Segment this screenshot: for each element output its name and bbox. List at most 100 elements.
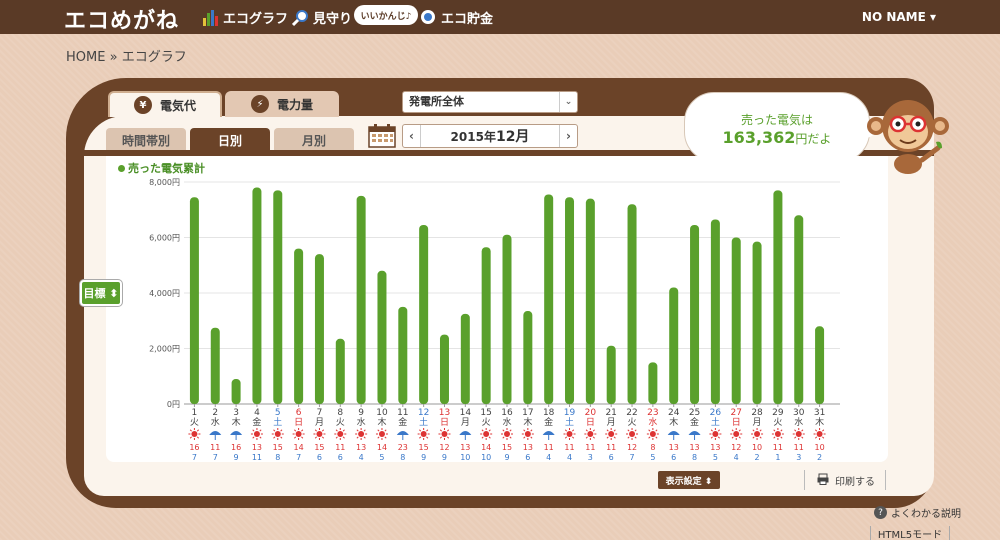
app-logo[interactable]: エコめがね	[64, 3, 179, 35]
bar	[710, 219, 720, 404]
sun-ray	[259, 429, 262, 432]
x-weekday-label: 火	[190, 417, 199, 428]
sun-ray	[509, 429, 512, 432]
tab-monthly[interactable]: 月別	[274, 128, 354, 152]
help-link[interactable]: ? よくわかる説明	[874, 505, 961, 520]
tab-electricity-cost-label: 電気代	[159, 98, 196, 113]
x-day-label: 14	[460, 408, 472, 418]
sun-ray	[252, 429, 255, 432]
tab-electricity-cost[interactable]: ¥ 電気代	[108, 91, 222, 117]
x-day-label: 4	[254, 408, 260, 418]
temp-high-label: 11	[585, 443, 595, 452]
sun-ray	[301, 429, 304, 432]
x-day-label: 15	[480, 408, 491, 418]
x-day-label: 30	[793, 408, 805, 418]
temp-low-label: 9	[421, 453, 426, 462]
tab-hourly[interactable]: 時間帯別	[106, 128, 186, 152]
bar	[565, 197, 575, 404]
sun-icon	[316, 431, 323, 437]
sun-ray	[196, 429, 200, 432]
bar	[606, 345, 616, 404]
x-day-label: 3	[233, 408, 239, 418]
sun-ray	[321, 429, 325, 432]
temp-high-label: 15	[502, 443, 512, 452]
user-menu[interactable]: NO NAME ▾	[862, 10, 936, 24]
month-navigator: ‹ 2015年12月 ›	[402, 124, 578, 148]
html5-mode-link[interactable]: HTML5モード	[870, 526, 950, 540]
x-day-label: 29	[772, 408, 784, 418]
plant-select[interactable]: 発電所全体 ⌄	[402, 91, 578, 113]
bar	[189, 197, 199, 404]
print-button[interactable]: 印刷する	[804, 470, 886, 490]
temp-low-label: 3	[796, 453, 801, 462]
sun-ray	[502, 436, 505, 439]
umbrella-icon	[230, 431, 243, 435]
bar	[398, 306, 408, 404]
temp-low-label: 9	[234, 453, 239, 462]
umbrella-icon	[542, 431, 555, 435]
temp-low-label: 6	[671, 453, 676, 462]
x-day-label: 9	[358, 408, 364, 418]
sun-icon	[483, 431, 490, 437]
sun-ray	[481, 429, 484, 432]
bar	[815, 326, 825, 404]
x-day-label: 11	[397, 408, 408, 418]
x-weekday-label: 木	[669, 416, 678, 428]
bar	[460, 313, 470, 404]
x-weekday-label: 火	[628, 417, 637, 428]
sun-ray	[377, 436, 380, 439]
sun-ray	[446, 436, 450, 439]
bar	[627, 204, 637, 404]
sun-icon	[774, 431, 781, 437]
x-day-label: 5	[275, 408, 281, 418]
temp-low-label: 7	[213, 453, 218, 462]
x-day-label: 16	[501, 408, 513, 418]
sun-ray	[627, 436, 630, 439]
temp-high-label: 13	[523, 443, 533, 452]
umbrella-icon	[459, 431, 472, 435]
x-day-label: 21	[605, 408, 616, 418]
sun-icon	[295, 431, 302, 437]
calendar-icon[interactable]	[368, 124, 396, 148]
nav-mimamori[interactable]: 見守り	[291, 8, 352, 27]
sun-icon	[587, 431, 594, 437]
temp-low-label: 10	[460, 453, 470, 462]
sun-ray	[592, 436, 595, 439]
breadcrumb-home[interactable]: HOME	[66, 50, 105, 65]
x-day-label: 2	[212, 408, 218, 418]
x-weekday-label: 金	[398, 416, 407, 428]
temp-low-label: 2	[755, 453, 760, 462]
temp-high-label: 13	[669, 443, 679, 452]
x-weekday-label: 木	[523, 416, 532, 428]
temp-low-label: 4	[359, 453, 364, 462]
sun-ray	[273, 436, 276, 439]
temp-high-label: 10	[752, 443, 762, 452]
sun-icon	[795, 431, 802, 437]
sun-ray	[814, 436, 818, 439]
sun-ray	[384, 429, 387, 432]
bar	[544, 194, 554, 404]
summary-bubble: 売った電気は 163,362円だよ	[684, 92, 879, 162]
tab-daily[interactable]: 日別	[190, 128, 270, 152]
temp-low-label: 2	[817, 453, 822, 462]
sun-ray	[314, 429, 317, 432]
current-month: 12月	[495, 129, 530, 145]
next-month-button[interactable]: ›	[559, 125, 577, 147]
top-nav-bar: エコめがね エコグラフ 見守り いいかんじ♪ エコ貯金 NO NAME ▾	[0, 0, 1000, 34]
x-day-label: 1	[192, 408, 198, 418]
tab-power-amount[interactable]: ⚡ 電力量	[225, 91, 339, 117]
nav-eco-savings[interactable]: エコ貯金	[420, 8, 493, 27]
display-settings-button[interactable]: 表示設定 ⬍	[658, 471, 720, 489]
x-weekday-label: 金	[544, 416, 553, 428]
temp-high-label: 23	[398, 443, 408, 452]
nav-eco-graph[interactable]: エコグラフ	[202, 8, 288, 27]
sun-ray	[801, 429, 804, 432]
prev-month-button[interactable]: ‹	[403, 125, 421, 147]
temp-high-label: 13	[252, 443, 262, 452]
sun-ray	[655, 436, 658, 439]
x-day-label: 6	[296, 408, 302, 418]
sun-ray	[356, 436, 359, 439]
temp-low-label: 6	[525, 453, 530, 462]
temp-low-label: 10	[481, 453, 491, 462]
temp-low-label: 11	[252, 453, 262, 462]
